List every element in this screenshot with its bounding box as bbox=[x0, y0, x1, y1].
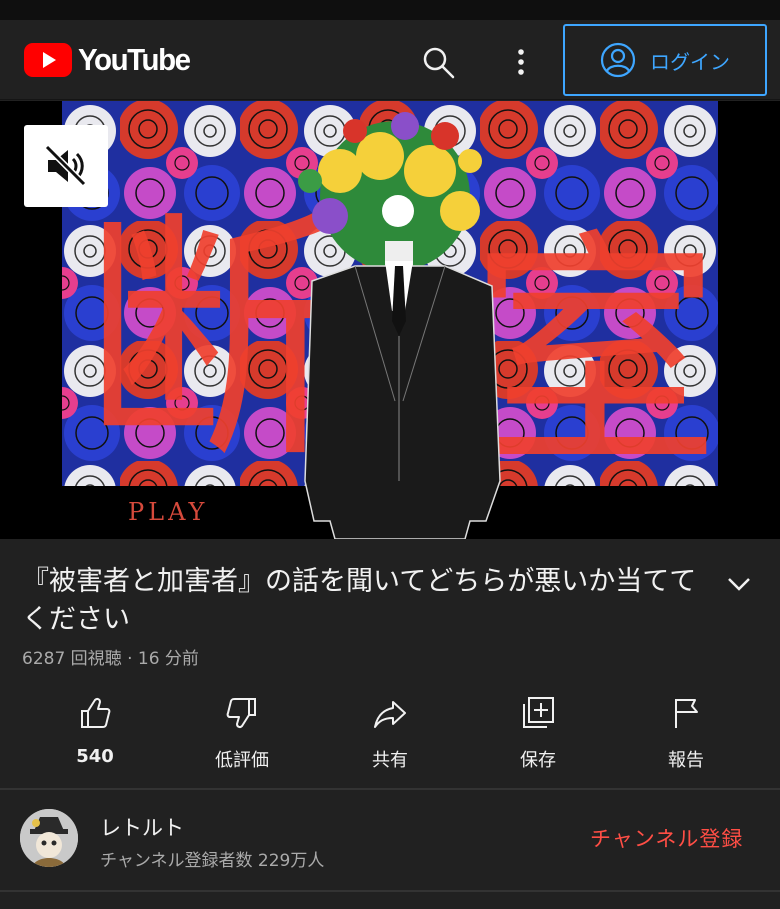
dislike-button[interactable]: 低評価 bbox=[182, 690, 302, 780]
expand-description-button[interactable] bbox=[722, 569, 756, 599]
status-bar bbox=[0, 0, 780, 20]
flag-icon bbox=[675, 699, 698, 728]
thumbs-up-icon bbox=[81, 697, 111, 728]
account-icon bbox=[600, 42, 636, 78]
channel-avatar[interactable] bbox=[20, 809, 78, 867]
save-playlist-icon bbox=[523, 697, 554, 728]
action-bar: 540 低評価 共有 保存 報告 bbox=[0, 690, 780, 780]
youtube-logo[interactable]: YouTube bbox=[24, 42, 196, 77]
video-info[interactable]: 『被害者と加害者』の話を聞いてどちらが悪いか当ててください 6287 回視聴 ·… bbox=[0, 539, 780, 683]
channel-name[interactable]: レトルト bbox=[100, 812, 184, 842]
video-meta: 6287 回視聴 · 16 分前 bbox=[22, 649, 199, 669]
avatar-image bbox=[20, 809, 78, 867]
more-options-button[interactable] bbox=[505, 42, 537, 82]
logo-text: YouTube bbox=[78, 42, 191, 77]
chevron-down-icon bbox=[728, 578, 750, 591]
suit-figure bbox=[304, 241, 501, 539]
top-app-bar: YouTube ログイン bbox=[0, 20, 780, 100]
save-label: 保存 bbox=[520, 750, 556, 771]
report-label: 報告 bbox=[668, 750, 704, 771]
muted-speaker-icon bbox=[44, 144, 87, 187]
vertical-dots-icon bbox=[518, 49, 524, 75]
thumbnail-kanji-right: 室 bbox=[470, 209, 720, 500]
thumbnail-kanji-left: 断 bbox=[82, 191, 342, 493]
like-button[interactable]: 540 bbox=[35, 690, 155, 780]
share-button[interactable]: 共有 bbox=[330, 690, 450, 780]
subscriber-count: チャンネル登録者数 229万人 bbox=[100, 851, 325, 871]
share-icon bbox=[374, 701, 406, 728]
subscribe-button[interactable]: チャンネル登録 bbox=[590, 823, 743, 853]
video-thumbnail: 断 室 PLAY bbox=[0, 101, 780, 539]
thumbnail-play-text: PLAY bbox=[128, 498, 208, 526]
login-label: ログイン bbox=[650, 49, 730, 74]
share-label: 共有 bbox=[372, 750, 408, 771]
login-button[interactable]: ログイン bbox=[563, 24, 767, 96]
save-button[interactable]: 保存 bbox=[478, 690, 598, 780]
youtube-play-logo-icon bbox=[24, 43, 72, 77]
report-button[interactable]: 報告 bbox=[626, 690, 746, 780]
channel-row[interactable]: レトルト チャンネル登録者数 229万人 チャンネル登録 bbox=[0, 790, 780, 890]
search-button[interactable] bbox=[418, 42, 458, 82]
unmute-button[interactable] bbox=[24, 125, 108, 207]
thumbs-down-icon bbox=[226, 698, 256, 729]
dislike-label: 低評価 bbox=[215, 750, 269, 771]
divider bbox=[0, 890, 780, 892]
video-player[interactable]: 断 室 PLAY bbox=[0, 101, 780, 539]
search-icon bbox=[423, 47, 455, 79]
video-title[interactable]: 『被害者と加害者』の話を聞いてどちらが悪いか当ててください bbox=[22, 563, 702, 639]
like-count: 540 bbox=[76, 746, 114, 767]
